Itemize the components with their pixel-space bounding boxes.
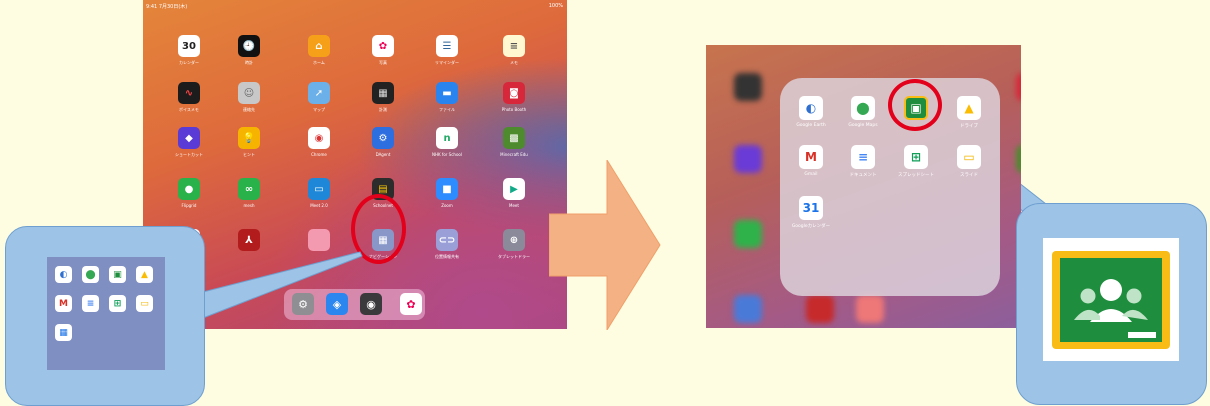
blurred-icon	[856, 295, 884, 323]
folder-app-icon: ▣	[109, 266, 126, 283]
folder-app-icon: ▭	[136, 295, 153, 312]
blurred-icon	[1016, 145, 1021, 173]
folder-app-icon: ▲	[136, 266, 153, 283]
folder-app-icon: ⬤	[82, 266, 99, 283]
folder-app-label: ドライブ	[960, 124, 978, 129]
folder-app-icon[interactable]: M	[799, 145, 823, 169]
folder-app-icon[interactable]: ⬤	[851, 96, 875, 120]
folder-app-icon[interactable]: ⊞	[904, 145, 928, 169]
folder-app-label: Googleカレンダー	[791, 224, 831, 229]
blurred-icon	[734, 73, 762, 101]
blurred-icon	[806, 295, 834, 323]
folder-app-icon: ◐	[55, 266, 72, 283]
blurred-icon	[1016, 73, 1021, 101]
folder-app-icon: M	[55, 295, 72, 312]
folder-app-label: ドキュメント	[849, 173, 877, 178]
left-callout-pointer	[202, 251, 363, 319]
folder-app-icon[interactable]: ≡	[851, 145, 875, 169]
google-classroom-icon	[1043, 238, 1179, 361]
folder-app-label: Google Maps	[848, 123, 878, 128]
folder-app-label: Gmail	[804, 172, 818, 177]
folder-app-label: スライド	[960, 173, 978, 178]
folder-app-icon[interactable]: ◐	[799, 96, 823, 120]
folder-app-label: Google Earth	[796, 123, 826, 128]
folder-app-icon[interactable]: ▭	[957, 145, 981, 169]
folder-app-icon[interactable]: 31	[799, 196, 823, 220]
folder-app-icon: ▦	[55, 324, 72, 341]
folder-app-icon: ≡	[82, 295, 99, 312]
folder-app-icon[interactable]: ▲	[957, 96, 981, 120]
next-step-arrow	[549, 160, 661, 330]
folder-app-icon: ⊞	[109, 295, 126, 312]
blurred-icon	[734, 220, 762, 248]
folder-app-label: スプレッドシート	[898, 173, 934, 178]
blurred-icon	[734, 145, 762, 173]
highlight-ring-classroom	[888, 79, 942, 131]
blurred-icon	[734, 295, 762, 323]
